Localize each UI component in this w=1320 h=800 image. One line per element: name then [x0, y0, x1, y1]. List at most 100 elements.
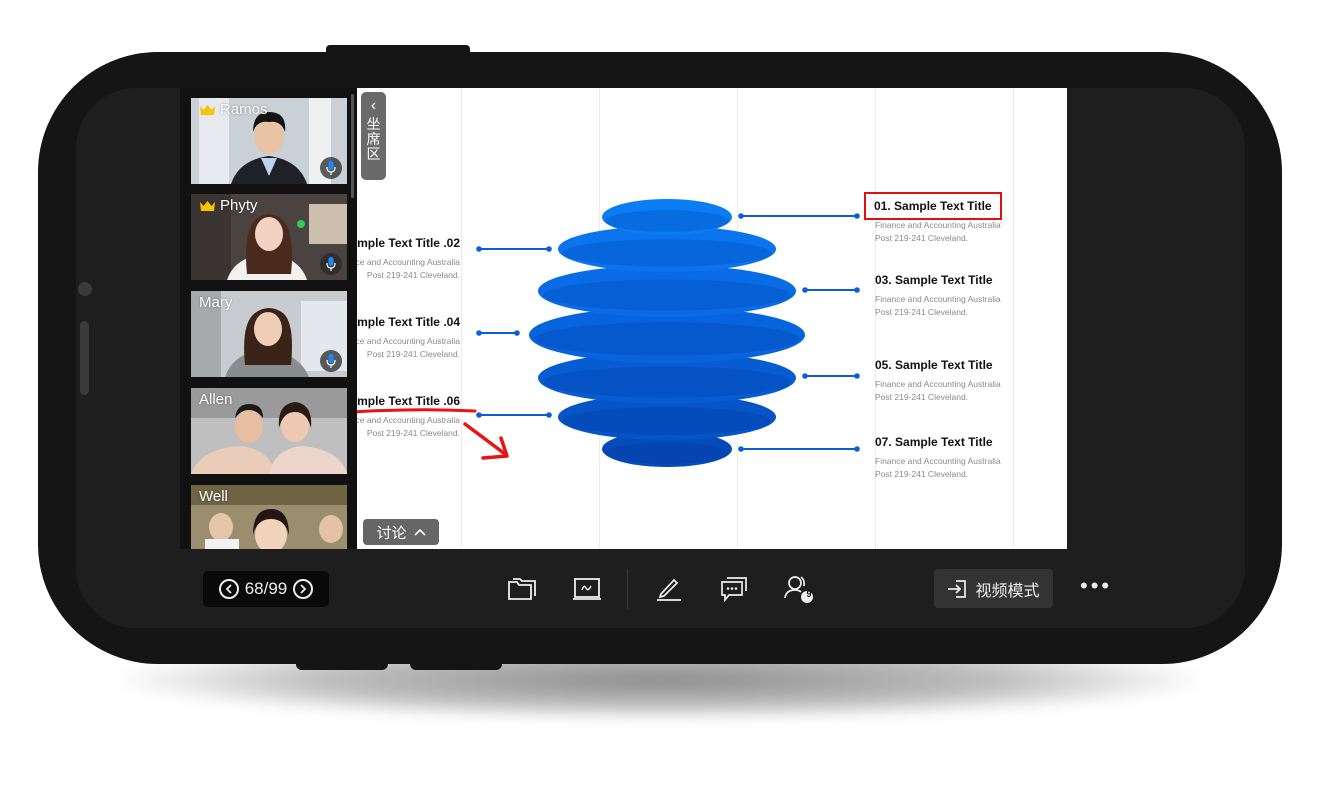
slide-item-06: Sample Text Title .06 Finance and Accoun…: [357, 394, 460, 439]
participant-tile[interactable]: Well: [191, 485, 347, 549]
slide-item-05: 05. Sample Text Title Finance and Accoun…: [875, 358, 1001, 403]
disc-shadow: [604, 210, 730, 232]
desc-line: Post 219-241 Cleveland.: [875, 391, 969, 402]
annotate-button[interactable]: [653, 574, 685, 604]
participant-name-text: Well: [199, 488, 228, 505]
slide-item-title: Sample Text Title .06: [357, 394, 460, 408]
next-page-button[interactable]: [293, 579, 314, 599]
participant-tile[interactable]: Mary: [191, 291, 347, 377]
chevron-up-icon: [413, 528, 426, 536]
toggle-char: 席: [366, 131, 381, 147]
screen: Ramos Phyty Mary Allen Well mple Text Ti…: [180, 88, 1067, 549]
slide-item-desc: Finance and Accounting Australia Post 219…: [875, 455, 1001, 480]
files-button[interactable]: [506, 574, 538, 604]
connector-dot: [802, 373, 808, 379]
participant-name-text: Ramos: [220, 101, 268, 118]
seat-panel: Ramos Phyty Mary Allen Well: [180, 88, 357, 549]
more-options-button[interactable]: •••: [1080, 573, 1112, 599]
microphone-icon[interactable]: [320, 350, 342, 372]
connector-dot: [802, 287, 808, 293]
connector-dot: [738, 213, 744, 219]
participant-count-badge: 9: [806, 589, 812, 599]
toolbar-divider: [627, 569, 628, 609]
connector-dot: [854, 373, 860, 379]
page-navigator: 68/99: [203, 571, 329, 607]
participant-name-text: Phyty: [220, 197, 258, 214]
desc-line: Post 219-241 Cleveland.: [366, 269, 460, 280]
desc-line: Post 219-241 Cleveland.: [366, 348, 460, 359]
desc-line: Post 219-241 Cleveland.: [875, 232, 969, 243]
previous-page-button[interactable]: [218, 579, 239, 599]
microphone-icon[interactable]: [320, 253, 342, 275]
connector-dot: [476, 330, 482, 336]
bottom-toolbar: 68/99 9 视频模式 •••: [180, 549, 1140, 629]
discussion-toggle-button[interactable]: 讨论: [363, 519, 439, 545]
chevron-left-icon: ‹: [370, 97, 377, 114]
folder-icon: [508, 578, 536, 600]
connector-dot: [476, 412, 482, 418]
participant-name-text: Mary: [199, 294, 233, 311]
slide-item-01: 01. Sample Text Title Finance and Accoun…: [864, 192, 1002, 244]
seat-panel-scrollbar[interactable]: [351, 94, 354, 198]
participant-tile[interactable]: Allen: [191, 388, 347, 474]
disc-shadow: [562, 239, 772, 267]
more-icon: •••: [1080, 573, 1113, 598]
whiteboard-button[interactable]: [571, 574, 603, 604]
slide-item-desc: Finance and Accounting Australia Post 219…: [357, 414, 460, 439]
slide-item-title: 07. Sample Text Title: [875, 435, 993, 449]
page-indicator: 68/99: [244, 579, 288, 598]
slide-item-title: 03. Sample Text Title: [875, 273, 993, 287]
seat-panel-toggle[interactable]: ‹ 坐 席 区: [361, 92, 386, 180]
participant-name: Ramos: [199, 101, 268, 118]
desc-line: Finance and Accounting Australia: [875, 294, 1001, 304]
chat-icon: [721, 577, 747, 603]
chevron-left-icon: [225, 584, 232, 594]
stage: Ramos Phyty Mary Allen Well mple Text Ti…: [0, 0, 1320, 800]
discussion-label: 讨论: [376, 524, 407, 542]
slide-item-03: 03. Sample Text Title Finance and Accoun…: [875, 273, 1001, 318]
participant-tile[interactable]: Phyty: [191, 194, 347, 280]
connector-dot: [476, 246, 482, 252]
shared-slide: Sample Text Title .02 Finance and Accoun…: [357, 88, 1067, 549]
desc-line: Finance and Accounting Australia: [875, 379, 1001, 389]
disc-shadow: [604, 442, 730, 464]
crown-icon: [200, 200, 215, 211]
participant-name: Mary: [199, 294, 232, 311]
slide-item-desc: Finance and Accounting Australia Post 219…: [875, 293, 1001, 318]
slide-item-desc: Finance and Accounting Australia Post 219…: [875, 378, 1001, 403]
participant-name: Phyty: [199, 197, 258, 214]
disc-shadow: [543, 279, 791, 311]
connector-dot: [738, 446, 744, 452]
slide-item-desc: Finance and Accounting Australia Post 219…: [357, 256, 460, 281]
participant-tile[interactable]: Ramos: [191, 98, 347, 184]
desc-line: Finance and Accounting Australia: [875, 220, 1001, 230]
enter-icon: [948, 579, 967, 598]
desc-line: Post 219-241 Cleveland.: [875, 306, 969, 317]
front-camera: [78, 282, 92, 296]
video-mode-label: 视频模式: [975, 582, 1040, 600]
desc-line: Finance and Accounting Australia: [357, 336, 460, 346]
desc-line: Finance and Accounting Australia: [357, 257, 460, 267]
crown-icon: [200, 104, 215, 115]
participant-name: Well: [199, 488, 228, 505]
slide-item-07: 07. Sample Text Title Finance and Accoun…: [875, 435, 1001, 480]
disc-shadow: [534, 322, 800, 356]
slide-item-desc: Finance and Accounting Australia Post 219…: [875, 219, 1001, 244]
whiteboard-icon: [573, 578, 601, 600]
disc-shadow: [543, 366, 791, 398]
speaker-grille: [80, 321, 89, 395]
desc-line: Post 219-241 Cleveland.: [875, 468, 969, 479]
slide-item-desc: Finance and Accounting Australia Post 219…: [357, 335, 460, 360]
video-mode-button[interactable]: 视频模式: [934, 569, 1053, 608]
connector-dot: [546, 246, 552, 252]
participants-button[interactable]: 9: [783, 574, 815, 604]
toggle-char: 坐: [366, 116, 381, 132]
chevron-right-icon: [300, 584, 307, 594]
slide-item-title: Sample Text Title .04: [357, 315, 460, 329]
chat-button[interactable]: [718, 574, 750, 604]
slide-item-02: Sample Text Title .02 Finance and Accoun…: [357, 236, 460, 281]
participant-name-text: Allen: [199, 391, 233, 408]
microphone-icon[interactable]: [320, 157, 342, 179]
participant-name: Allen: [199, 391, 232, 408]
connector-dot: [854, 213, 860, 219]
